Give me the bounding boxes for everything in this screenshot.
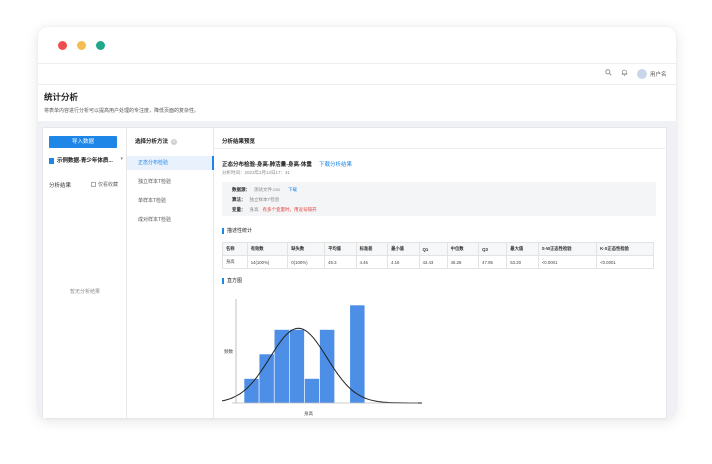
info-var-warning: 有多个变量时，用逗号隔开 [262, 207, 317, 212]
method-item-independent-t[interactable]: 独立样本T检验 [127, 175, 214, 189]
method-panel-title: 选择分析方法? [135, 137, 178, 145]
method-item-paired-t[interactable]: 成对样本T检验 [127, 213, 214, 227]
table-row: 身高 14(100%) 0(100%) 45.3 4.45 4.16 43.43… [222, 255, 654, 269]
stats-table: 名称 有效数 缺失数 平均值 标准差 最小值 Q1 中位数 Q3 最大值 S-W… [222, 242, 654, 269]
section-histogram: 直方图 [222, 278, 242, 284]
method-panel: 选择分析方法? 正态分布检验 独立样本T检验 单样本T检验 成对样本T检验 [127, 128, 214, 419]
table-cell: <0.0001 [537, 255, 598, 269]
histogram-bar [304, 378, 320, 404]
help-icon[interactable]: ? [171, 138, 178, 145]
table-cell: 4.45 [355, 255, 389, 269]
file-icon [49, 157, 54, 164]
table-cell: 4.16 [387, 255, 420, 269]
table-header-row: 名称 有效数 缺失数 平均值 标准差 最小值 Q1 中位数 Q3 最大值 S-W… [222, 242, 654, 256]
table-cell: 14(100%) [246, 255, 289, 269]
only-favorites-label: 仅看收藏 [98, 182, 119, 188]
empty-results-text: 暂无分析结果 [69, 289, 100, 295]
download-results-link[interactable]: 下载分析结果 [319, 160, 352, 168]
table-header: 中位数 [446, 242, 480, 256]
info-box: 数据源： 测试文件.csv 下载 算法： 独立样本T检验 变量： 身高 有多个变量时，用逗… [222, 182, 656, 216]
histogram-bar [349, 304, 366, 404]
table-cell: 0(100%) [287, 255, 326, 269]
dataset-download-link[interactable]: 下载 [288, 187, 297, 192]
result-panel: 分析结果预览 正态分布检验-身高-肺活量-身高-体重 下载分析结果 分析时间：2… [214, 128, 668, 419]
histogram-bars [243, 304, 366, 404]
file-selector[interactable]: 示例数据-青少年体质... ▾ [49, 156, 123, 166]
only-favorites-checkbox[interactable]: 仅看收藏 [91, 181, 118, 188]
table-header: 有效数 [246, 242, 289, 256]
info-dataset-value: 测试文件.csv [254, 187, 280, 192]
results-label: 分析结果 [49, 183, 72, 189]
table-header: 最大值 [506, 242, 539, 256]
info-dataset-row: 数据源： 测试文件.csv 下载 [232, 187, 297, 193]
info-algo-key: 算法： [232, 197, 246, 202]
top-nav: 用户名 [38, 63, 676, 85]
table-cell: 47.95 [478, 255, 508, 269]
file-name: 示例数据-青少年体质... [57, 158, 113, 164]
table-cell: <0.0001 [596, 255, 654, 269]
data-panel: 导入数据 示例数据-青少年体质... ▾ 分析结果 仅看收藏 暂无分析结果 [43, 128, 127, 419]
checkbox-icon[interactable] [91, 182, 96, 188]
histogram-bar [289, 329, 305, 404]
stage: 用户名 统计分析 将表单内容进行分析可以提高用户处理的专注度，降低页面的复杂性。… [0, 0, 712, 464]
table-header: 标准差 [355, 242, 389, 256]
maximize-window-button[interactable] [96, 41, 105, 50]
table-cell: 45.3 [324, 255, 357, 269]
info-algo-value: 独立样本T检验 [249, 197, 280, 202]
analysis-card: 导入数据 示例数据-青少年体质... ▾ 分析结果 仅看收藏 暂无分析结果 选择… [42, 127, 668, 419]
histogram-bar [243, 378, 260, 404]
table-cell: 53.20 [506, 255, 539, 269]
x-axis-label: 身高 [304, 410, 313, 417]
table-header: 名称 [222, 242, 248, 256]
analysis-time: 分析时间：2023年2月14日17：31 [222, 170, 291, 175]
page-header: 统计分析 将表单内容进行分析可以提高用户处理的专注度，降低页面的复杂性。 [38, 85, 676, 121]
divider [214, 148, 668, 149]
info-dataset-key: 数据源： [232, 187, 250, 192]
page-description: 将表单内容进行分析可以提高用户处理的专注度，降低页面的复杂性。 [44, 108, 200, 114]
section-descriptive-stats: 描述性统计 [222, 228, 252, 234]
search-icon[interactable] [605, 69, 612, 79]
info-algo-row: 算法： 独立样本T检验 [232, 197, 279, 203]
title-bar [38, 27, 676, 63]
table-cell: 45.28 [446, 255, 480, 269]
method-item-normality[interactable]: 正态分布检验 [127, 156, 214, 170]
username[interactable]: 用户名 [650, 70, 667, 78]
result-panel-title: 分析结果预览 [222, 139, 256, 145]
info-var-key: 变量： [232, 207, 246, 212]
import-data-button[interactable]: 导入数据 [49, 136, 117, 148]
table-header: 缺失数 [287, 242, 326, 256]
bell-icon[interactable] [621, 69, 628, 79]
minimize-window-button[interactable] [77, 41, 86, 50]
page-title: 统计分析 [44, 92, 79, 102]
chevron-down-icon: ▾ [120, 156, 123, 162]
histogram-chart: 频数 身高 [222, 299, 422, 417]
info-var-row: 变量： 身高 有多个变量时，用逗号隔开 [232, 207, 317, 213]
method-item-one-sample-t[interactable]: 单样本T检验 [127, 194, 214, 208]
close-window-button[interactable] [58, 41, 67, 50]
table-header: Q1 [418, 242, 448, 256]
result-title: 正态分布检验-身高-肺活量-身高-体重 [222, 162, 312, 168]
table-header: 平均值 [324, 242, 357, 256]
app-window: 用户名 统计分析 将表单内容进行分析可以提高用户处理的专注度，降低页面的复杂性。… [38, 27, 676, 419]
table-header: S-W正态性检验 [537, 242, 598, 256]
table-cell: 身高 [222, 255, 248, 269]
avatar[interactable] [637, 69, 647, 79]
table-cell: 43.43 [418, 255, 448, 269]
table-header: 最小值 [387, 242, 420, 256]
info-var-value: 身高 [249, 207, 259, 212]
y-axis-label: 频数 [224, 348, 233, 355]
histogram-bar [258, 353, 275, 404]
table-header: K-S正态性检验 [596, 242, 654, 256]
method-panel-title-text: 选择分析方法 [135, 139, 169, 145]
table-header: Q3 [478, 242, 508, 256]
